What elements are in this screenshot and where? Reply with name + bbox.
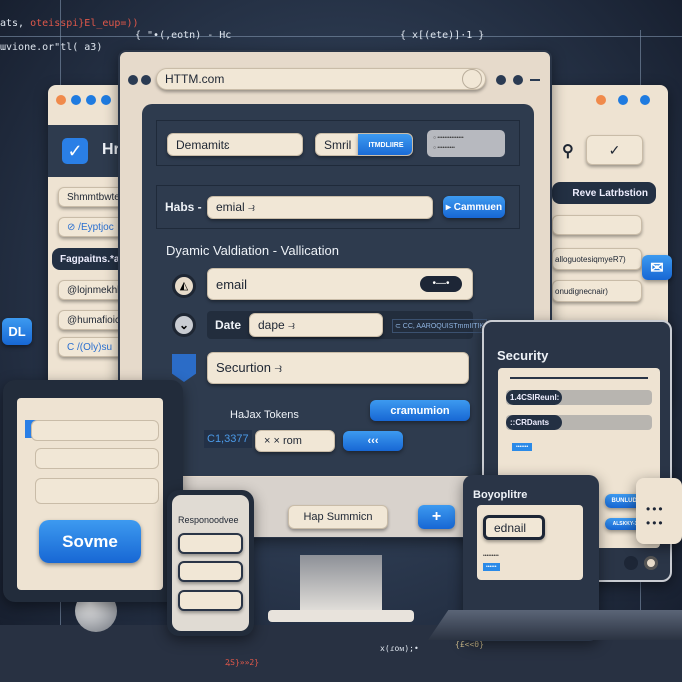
form-panel: Demamitɛ Smril ITMDLIIRE ○ ••••••••••••••… <box>142 104 534 476</box>
code-snippet: ꝜS}»»2} <box>225 658 260 667</box>
window-dot <box>71 95 81 105</box>
security-title: Security <box>497 348 549 363</box>
code-snippet: { x[(ete)]·1 } <box>400 30 485 41</box>
date-input[interactable]: dape ⥽ <box>249 313 383 337</box>
token-code: C1,3377 <box>204 430 252 448</box>
window-dot <box>101 95 111 105</box>
window-dot <box>56 95 66 105</box>
tablet-screen: Sovme <box>17 398 163 590</box>
list-item[interactable]: alloguotesiqmyeR7) <box>552 248 642 270</box>
dots-card: ••• ••• <box>636 478 682 544</box>
date-format-hint: ⊂ CC, AAROQUISTmmIITIK <box>392 319 488 333</box>
shield-check-icon: ✓ <box>62 138 88 164</box>
plus-button[interactable]: + <box>418 505 455 529</box>
phone-title: Responoodvee <box>178 515 239 525</box>
window-dot <box>596 95 606 105</box>
code-snippet: x(ɾoᴍ);• <box>380 644 419 653</box>
date-label: Date <box>215 318 242 332</box>
progress-bar: 1.4CSIReunl: <box>506 390 652 405</box>
minimize-icon[interactable] <box>530 79 540 81</box>
phone: Responoodvee <box>167 490 254 636</box>
shield-icon <box>172 354 196 382</box>
text-field[interactable] <box>35 448 159 469</box>
row-box: Habs - emial ⥽ ▸ Cammuen <box>156 185 520 229</box>
status-badge: ••••••• <box>512 443 533 451</box>
text-field[interactable] <box>35 478 159 504</box>
window-dot[interactable] <box>513 75 523 85</box>
user-icon: ◭ <box>172 274 196 298</box>
radio-option[interactable]: ○ •••••••••• <box>433 143 499 153</box>
circle-button[interactable] <box>624 556 638 570</box>
reload-icon[interactable] <box>462 69 482 89</box>
email-input[interactable]: ednail <box>483 515 545 540</box>
list-item[interactable]: onudignecnair) <box>552 280 642 302</box>
monitor-base <box>268 610 414 622</box>
caption: ••••••••• <box>483 553 499 559</box>
toggle-switch[interactable]: •—• <box>420 276 462 292</box>
split-button[interactable]: ITMDLIIRE <box>358 134 412 155</box>
envelope-icon: ✉ <box>642 255 672 280</box>
check-button[interactable]: ✓ <box>586 135 643 165</box>
code-snippet: { "•(,eotn) - Hc <box>135 30 232 41</box>
text-field[interactable] <box>552 215 642 235</box>
record-button[interactable] <box>644 556 658 570</box>
phone-field[interactable] <box>178 561 243 582</box>
field-label: Smril <box>324 137 352 152</box>
monitor-stand <box>300 555 382 613</box>
phone-field[interactable] <box>178 533 243 554</box>
email-field[interactable]: emial ⥽ <box>207 196 433 219</box>
row-box: Demamitɛ Smril ITMDLIIRE ○ ••••••••••••••… <box>156 120 520 166</box>
dl-badge: DL <box>2 318 32 345</box>
sovme-button[interactable]: Sovme <box>39 520 141 563</box>
phone-field[interactable] <box>178 590 243 611</box>
hap-summicn-button[interactable]: Hap Summicn <box>288 505 388 529</box>
divider <box>510 377 648 379</box>
tablet-card: ednail ••••••••• •••••• <box>477 505 583 580</box>
radio-group[interactable]: ○ ••••••••••••••• ○ •••••••••• <box>427 130 505 157</box>
security-input[interactable]: Securtion ⥽ <box>207 352 469 384</box>
url-bar[interactable]: HTTM.com <box>156 68 486 90</box>
progress-bar: ::CRDants <box>506 415 652 430</box>
reve-button[interactable]: Reve Latrbstion <box>552 182 656 204</box>
progress-label: ::CRDants <box>506 415 562 430</box>
tag: •••••• <box>483 563 500 571</box>
window-dot <box>640 95 650 105</box>
progress-label: 1.4CSIReunl: <box>506 390 562 405</box>
chevron-down-icon: ⌄ <box>172 313 196 337</box>
refresh-icon: C <box>67 341 77 353</box>
grid-dots-icon: ••• ••• <box>646 502 665 530</box>
token-input[interactable]: × × rom <box>255 430 335 452</box>
cammuen-button[interactable]: ▸ Cammuen <box>443 196 505 218</box>
smril-field[interactable]: Smril ITMDLIIRE <box>315 133 413 156</box>
back-button[interactable]: ‹‹‹ <box>343 431 403 451</box>
code-snippet: {£<<θ} <box>455 640 484 649</box>
tokens-title: HaJax Tokens <box>230 409 299 421</box>
radio-label: •••••••••• <box>437 145 455 151</box>
text-field[interactable] <box>31 420 159 441</box>
window-dot <box>618 95 628 105</box>
section-title: Dyamic Valdiation - Vallication <box>166 243 339 258</box>
demamite-field[interactable]: Demamitɛ <box>167 133 303 156</box>
item-label: /(Oly)su <box>77 341 112 353</box>
radio-label: ••••••••••••••• <box>437 135 464 141</box>
radio-option[interactable]: ○ ••••••••••••••• <box>433 133 499 143</box>
circuit-line <box>0 36 682 37</box>
habs-label: Habs - <box>165 200 202 214</box>
window-dot <box>141 75 151 85</box>
laptop-keyboard <box>428 610 682 640</box>
left-tablet: Sovme <box>3 380 183 602</box>
link-icon: ⊘ <box>67 221 79 233</box>
tablet-title: Boyoplitre <box>473 489 528 501</box>
window-dot[interactable] <box>496 75 506 85</box>
code-line-1: ats, oteisspi}El_eup=)) <box>0 18 139 29</box>
window-dot <box>86 95 96 105</box>
window-dot <box>128 75 138 85</box>
search-icon[interactable]: ⚲ <box>562 141 574 161</box>
code-line-2: ɯvione.or"tl( a3) <box>0 42 103 53</box>
phone-screen: Responoodvee <box>172 495 249 631</box>
item-label: /Eyptjoc <box>78 221 114 233</box>
cramumion-button[interactable]: cramumion <box>370 400 470 421</box>
